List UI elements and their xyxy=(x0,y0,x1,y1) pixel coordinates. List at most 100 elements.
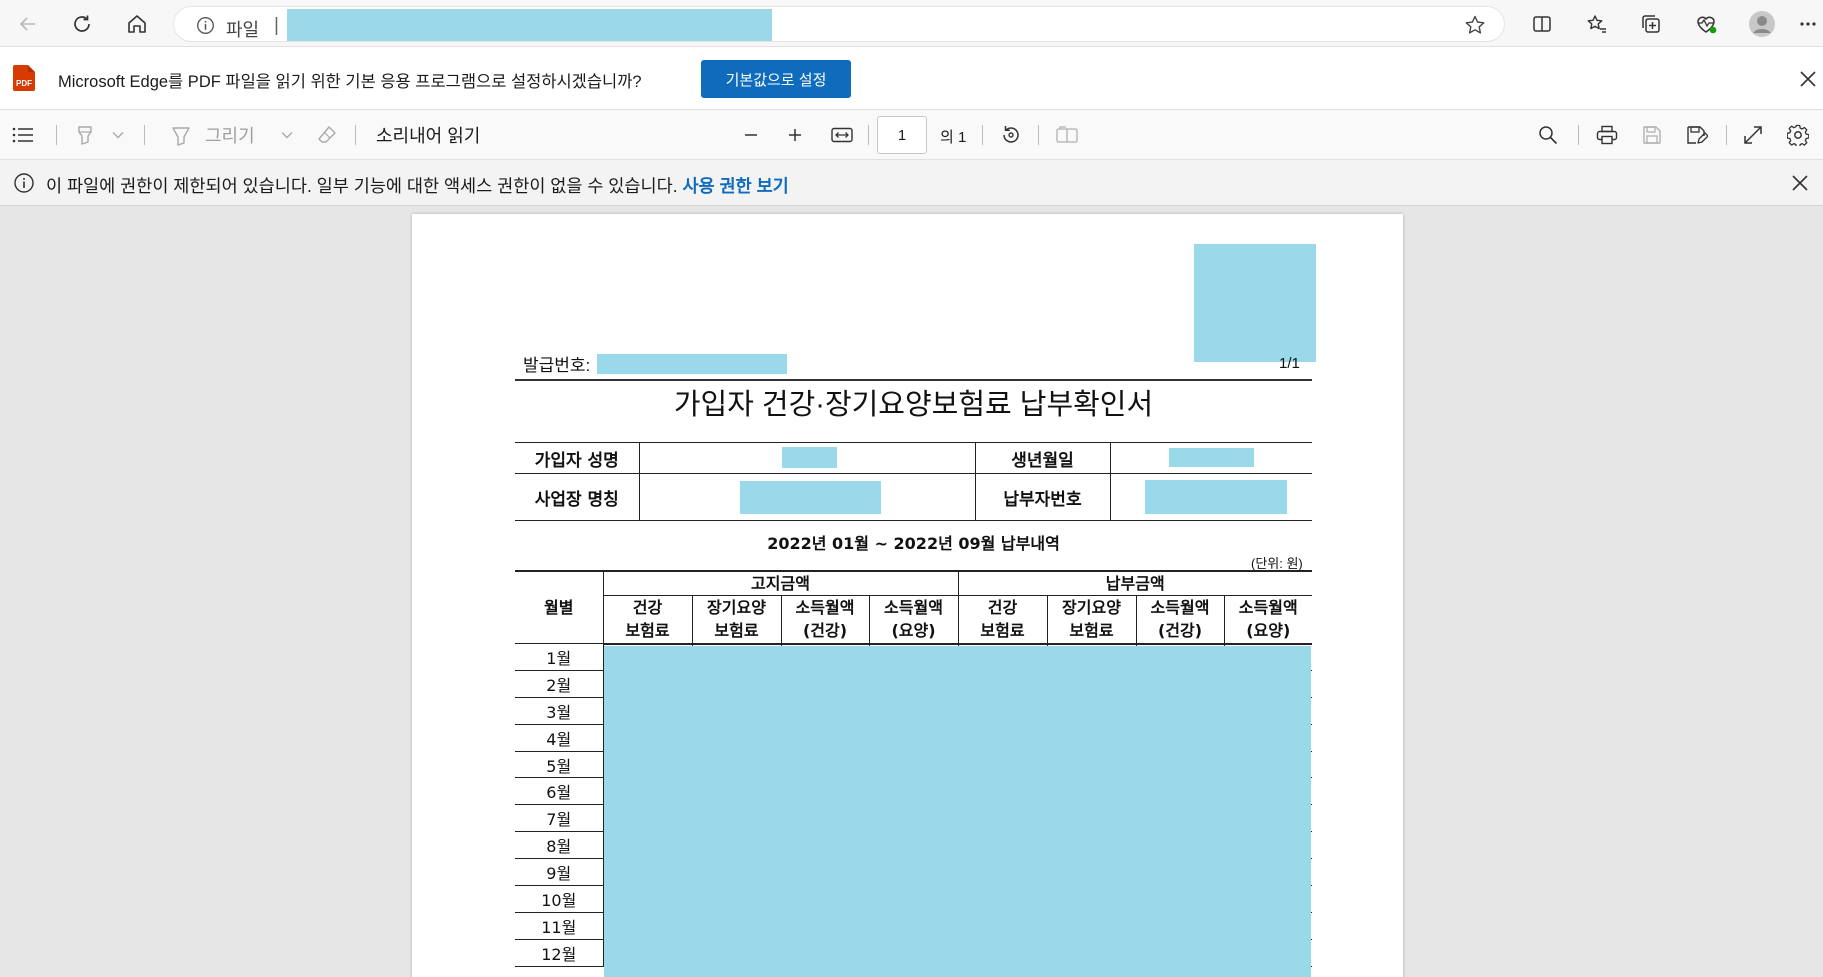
column-header-line: (요양) xyxy=(1246,621,1291,641)
page-view-icon xyxy=(1056,126,1078,143)
save-button[interactable] xyxy=(1638,122,1666,148)
column-header: 소득월액 (건강) xyxy=(1135,595,1224,645)
back-arrow-icon xyxy=(19,17,35,31)
zoom-in-button[interactable] xyxy=(782,122,808,148)
column-header-line: 건강 xyxy=(632,598,663,618)
subscriber-name-value xyxy=(638,442,975,474)
toolbar-divider xyxy=(144,125,145,145)
split-screen-icon xyxy=(1533,16,1551,32)
settings-button[interactable] xyxy=(1784,122,1812,148)
set-default-button[interactable]: 기본값으로 설정 xyxy=(701,60,851,98)
redacted-amounts xyxy=(604,646,1311,977)
issue-number-label: 발급번호: xyxy=(523,356,591,375)
info-row: 가입자 성명 생년월일 xyxy=(515,442,1312,474)
pen-icon xyxy=(172,127,190,146)
expand-icon xyxy=(1744,126,1762,144)
column-header-line: 소득월액 xyxy=(884,598,943,618)
draw-dropdown[interactable] xyxy=(279,122,295,148)
document-viewport[interactable]: 발급번호: 1/1 가입자 건강·장기요양보험료 납부확인서 가입자 성명 생년… xyxy=(0,206,1823,977)
column-header: 건강 보험료 xyxy=(602,595,692,645)
workplace-name-label: 사업장 명칭 xyxy=(515,473,639,521)
split-screen-button[interactable] xyxy=(1524,6,1560,42)
browser-essentials-button[interactable] xyxy=(1688,6,1724,42)
redacted-payer-number xyxy=(1144,480,1287,514)
avatar-icon xyxy=(1749,11,1775,37)
print-button[interactable] xyxy=(1593,122,1621,148)
column-header-line: 장기요양 xyxy=(707,598,766,618)
highlight-dropdown[interactable] xyxy=(110,122,126,148)
permission-message-text: 이 파일에 권한이 제한되어 있습니다. 일부 기능에 대한 액세스 권한이 없… xyxy=(46,176,678,196)
column-header-line: (건강) xyxy=(1157,621,1203,641)
birth-date-value xyxy=(1109,442,1312,474)
fit-width-icon xyxy=(831,127,853,143)
close-icon[interactable] xyxy=(1787,170,1813,196)
rotate-button[interactable] xyxy=(998,122,1024,148)
default-app-message: Microsoft Edge를 PDF 파일을 읽기 위한 기본 응용 프로그램… xyxy=(58,73,642,91)
month-cell: 5월 xyxy=(515,751,603,779)
notice-amount-group-header: 고지금액 xyxy=(602,570,958,596)
pdf-file-icon: PDF xyxy=(13,65,35,91)
default-app-infobar: PDF Microsoft Edge를 PDF 파일을 읽기 위한 기본 응용 … xyxy=(0,47,1823,110)
month-cell: 1월 xyxy=(515,643,603,671)
search-button[interactable] xyxy=(1535,122,1561,148)
month-cell: 3월 xyxy=(515,697,603,725)
toolbar-divider xyxy=(1578,125,1579,145)
collections-icon xyxy=(1642,15,1660,33)
highlight-button[interactable] xyxy=(72,122,98,148)
view-permissions-link[interactable]: 사용 권한 보기 xyxy=(682,176,788,196)
draw-label[interactable]: 그리기 xyxy=(205,122,255,148)
redacted-name xyxy=(781,447,837,468)
rotate-icon xyxy=(1003,126,1019,143)
table-header-row: 건강 보험료 장기요양 보험료 소득월액 (건강) 소득월액 (요양) 건강 보험료 장기요양 보험료… xyxy=(515,595,1312,645)
back-button[interactable] xyxy=(10,6,46,42)
page-view-button[interactable] xyxy=(1054,122,1080,148)
fit-width-button[interactable] xyxy=(829,122,855,148)
save-as-icon xyxy=(1687,126,1708,144)
home-button[interactable] xyxy=(119,6,155,42)
table-of-contents-icon xyxy=(12,127,33,143)
column-header-line: 장기요양 xyxy=(1062,598,1121,618)
toolbar-divider xyxy=(1038,125,1039,145)
draw-button[interactable] xyxy=(168,122,194,148)
month-cell: 12월 xyxy=(515,939,603,967)
home-icon xyxy=(128,15,146,33)
month-cell: 8월 xyxy=(515,831,603,860)
favorites-list-icon xyxy=(1587,15,1606,33)
month-column-header: 월별 xyxy=(515,570,603,644)
paid-amount-group-header: 납부금액 xyxy=(957,570,1312,596)
page-number-input[interactable]: 1 xyxy=(877,116,927,154)
table-header-row: 월별 고지금액 납부금액 xyxy=(515,570,1312,644)
refresh-button[interactable] xyxy=(64,6,100,42)
favorite-star-icon[interactable] xyxy=(1464,14,1486,36)
toolbar-divider xyxy=(868,125,869,145)
address-url-redacted[interactable] xyxy=(287,9,772,41)
month-cell: 4월 xyxy=(515,724,603,752)
erase-button[interactable] xyxy=(314,122,340,148)
redacted-issue-number xyxy=(597,354,787,374)
profile-button[interactable] xyxy=(1744,6,1780,42)
refresh-icon xyxy=(74,15,90,32)
save-as-button[interactable] xyxy=(1683,122,1711,148)
column-header-line: (건강) xyxy=(802,621,848,641)
zoom-out-button[interactable] xyxy=(738,122,764,148)
eraser-icon xyxy=(318,126,336,143)
more-menu-button[interactable] xyxy=(1793,6,1823,42)
favorites-button[interactable] xyxy=(1579,6,1615,42)
more-dots-icon xyxy=(1800,22,1816,26)
month-cell: 11월 xyxy=(515,912,603,940)
payer-number-value xyxy=(1109,473,1312,521)
close-icon[interactable] xyxy=(1795,66,1821,92)
period-title: 2022년 01월 ~ 2022년 09월 납부내역 xyxy=(767,534,1060,553)
info-icon[interactable] xyxy=(196,16,215,35)
address-bar[interactable]: 파일 | xyxy=(173,6,1505,42)
printer-icon xyxy=(1596,125,1618,145)
fullscreen-button[interactable] xyxy=(1739,122,1767,148)
subscriber-name-label: 가입자 성명 xyxy=(515,442,639,474)
search-icon xyxy=(1539,126,1558,145)
column-header-line: 소득월액 xyxy=(795,598,855,618)
contents-button[interactable] xyxy=(10,122,36,148)
collections-button[interactable] xyxy=(1633,6,1669,42)
plus-icon xyxy=(789,129,801,141)
info-icon xyxy=(13,172,35,194)
read-aloud-button[interactable]: 소리내어 읽기 xyxy=(376,122,480,148)
